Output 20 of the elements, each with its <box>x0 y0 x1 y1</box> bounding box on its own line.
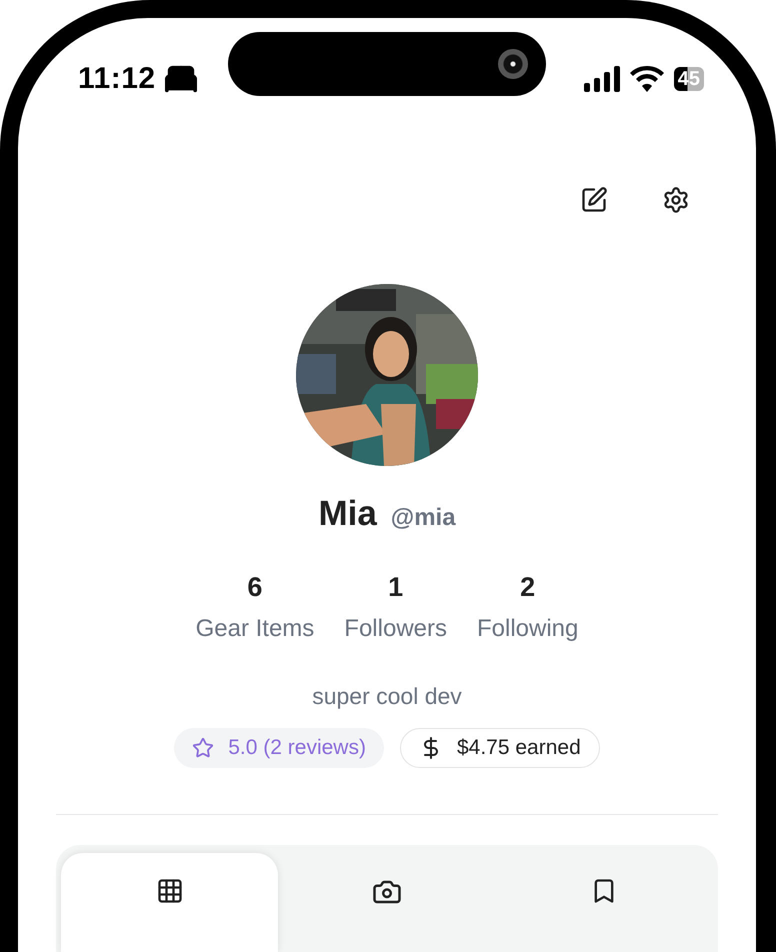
profile-handle: @mia <box>390 504 456 532</box>
earnings-chip: $4.75 earned <box>400 728 600 768</box>
stat-value: 6 <box>247 572 262 603</box>
profile-name: Mia <box>318 494 377 534</box>
status-time: 11:12 <box>78 62 156 96</box>
settings-button[interactable] <box>662 186 690 214</box>
stat-label: Following <box>477 615 578 643</box>
grid-tab[interactable] <box>61 853 278 952</box>
grid-icon <box>156 877 184 905</box>
rating-chip: 5.0 (2 reviews) <box>174 728 384 768</box>
profile-bio: super cool dev <box>312 683 462 710</box>
stat-value: 1 <box>388 572 404 603</box>
signal-icon <box>584 66 620 92</box>
camera-icon <box>498 49 528 79</box>
stat-label: Followers <box>344 615 447 643</box>
stat-value: 2 <box>520 572 536 603</box>
star-icon <box>192 737 214 759</box>
stat-label: Gear Items <box>196 615 314 643</box>
edit-button[interactable] <box>580 186 608 214</box>
wifi-icon <box>630 66 664 92</box>
